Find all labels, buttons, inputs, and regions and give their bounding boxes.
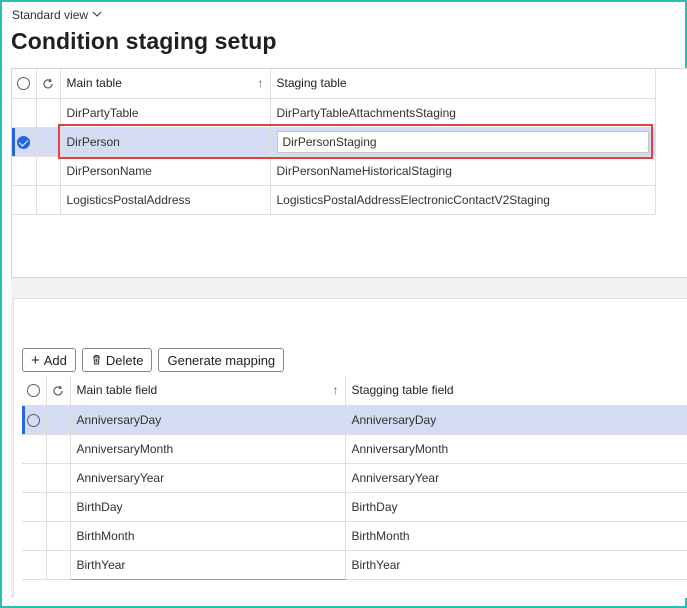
column-header-main-table-label: Main table: [66, 76, 122, 91]
row-spacer: [46, 463, 71, 493]
column-header-staging-table[interactable]: Staging table: [270, 69, 656, 99]
row-spacer: [46, 521, 71, 551]
sort-up-icon: ↑: [332, 383, 339, 398]
select-all-radio[interactable]: [22, 376, 47, 406]
staging-field-cell[interactable]: AnniversaryDay: [345, 405, 687, 435]
row-spacer: [36, 185, 61, 215]
table-row-selected[interactable]: DirPerson DirPersonStaging: [12, 127, 656, 157]
refresh-icon[interactable]: [36, 69, 61, 99]
grid-header-row: Main table field ↑ Stagging table field: [22, 376, 687, 406]
table-row[interactable]: DirPartyTable DirPartyTableAttachmentsSt…: [12, 98, 656, 128]
row-select-cell[interactable]: [12, 98, 37, 128]
main-field-cell[interactable]: BirthMonth: [70, 521, 346, 551]
plus-icon: +: [31, 351, 40, 369]
main-field-cell[interactable]: AnniversaryYear: [70, 463, 346, 493]
staging-table-grid: Main table ↑ Staging table DirPartyTable…: [11, 68, 687, 278]
staging-table-cell[interactable]: DirPersonNameHistoricalStaging: [270, 156, 656, 186]
staging-table-cell[interactable]: DirPersonStaging: [270, 127, 656, 157]
row-spacer: [46, 492, 71, 522]
delete-button-label: Delete: [105, 352, 144, 368]
row-spacer: [46, 434, 71, 464]
table-row[interactable]: BirthMonth BirthMonth: [22, 521, 687, 551]
column-header-main-field[interactable]: Main table field ↑: [70, 376, 346, 406]
row-spacer: [36, 156, 61, 186]
delete-button[interactable]: Delete: [81, 348, 153, 372]
field-mapping-grid: Main table field ↑ Stagging table field …: [22, 376, 687, 580]
view-label: Standard view: [12, 8, 89, 22]
row-spacer: [36, 127, 61, 157]
column-header-main-table[interactable]: Main table ↑: [60, 69, 271, 99]
table-row[interactable]: BirthDay BirthDay: [22, 492, 687, 522]
row-select-cell[interactable]: [22, 405, 47, 435]
select-all-radio[interactable]: [12, 69, 37, 99]
grid-header-row: Main table ↑ Staging table: [12, 69, 656, 99]
sort-up-icon: ↑: [257, 76, 264, 91]
table-row[interactable]: LogisticsPostalAddress LogisticsPostalAd…: [12, 185, 656, 215]
table-row[interactable]: BirthYear BirthYear: [22, 550, 687, 580]
row-spacer: [46, 550, 71, 580]
trash-icon: [91, 353, 102, 368]
row-select-cell[interactable]: [12, 127, 37, 157]
row-spacer: [36, 98, 61, 128]
chevron-down-icon: [92, 8, 102, 22]
main-table-cell[interactable]: LogisticsPostalAddress: [60, 185, 271, 215]
staging-table-cell[interactable]: LogisticsPostalAddressElectronicContactV…: [270, 185, 656, 215]
field-toolbar: + Add Delete Generate mapping: [22, 348, 285, 372]
table-row-selected[interactable]: AnniversaryDay AnniversaryDay: [22, 405, 687, 435]
main-table-cell[interactable]: DirPersonName: [60, 156, 271, 186]
add-button[interactable]: + Add: [22, 348, 76, 372]
main-table-cell[interactable]: DirPartyTable: [60, 98, 271, 128]
staging-field-cell[interactable]: AnniversaryYear: [345, 463, 687, 493]
row-select-cell[interactable]: [12, 185, 37, 215]
checkmark-icon: [17, 135, 31, 149]
staging-field-cell[interactable]: BirthYear: [345, 550, 687, 580]
main-field-cell[interactable]: BirthDay: [70, 492, 346, 522]
staging-field-cell[interactable]: BirthDay: [345, 492, 687, 522]
staging-field-cell[interactable]: BirthMonth: [345, 521, 687, 551]
table-row[interactable]: AnniversaryYear AnniversaryYear: [22, 463, 687, 493]
table-row[interactable]: DirPersonName DirPersonNameHistoricalSta…: [12, 156, 656, 186]
add-button-label: Add: [43, 352, 67, 368]
row-select-cell[interactable]: [12, 156, 37, 186]
column-header-main-field-label: Main table field: [76, 383, 158, 398]
page-title: Condition staging setup: [11, 28, 277, 54]
row-select-cell[interactable]: [22, 463, 47, 493]
generate-mapping-button[interactable]: Generate mapping: [158, 348, 285, 372]
row-select-cell[interactable]: [22, 550, 47, 580]
main-field-cell[interactable]: BirthYear: [70, 550, 346, 580]
main-field-cell[interactable]: AnniversaryDay: [70, 405, 346, 435]
row-select-cell[interactable]: [22, 434, 47, 464]
table-row[interactable]: AnniversaryMonth AnniversaryMonth: [22, 434, 687, 464]
view-selector[interactable]: Standard view: [12, 8, 102, 22]
column-header-staging-field[interactable]: Stagging table field: [345, 376, 687, 406]
row-select-cell[interactable]: [22, 521, 47, 551]
main-table-cell[interactable]: DirPerson: [60, 127, 271, 157]
row-spacer: [46, 405, 71, 435]
staging-table-cell[interactable]: DirPartyTableAttachmentsStaging: [270, 98, 656, 128]
staging-table-input[interactable]: DirPersonStaging: [276, 130, 649, 153]
refresh-icon[interactable]: [46, 376, 71, 406]
main-field-cell[interactable]: AnniversaryMonth: [70, 434, 346, 464]
row-select-cell[interactable]: [22, 492, 47, 522]
staging-field-cell[interactable]: AnniversaryMonth: [345, 434, 687, 464]
